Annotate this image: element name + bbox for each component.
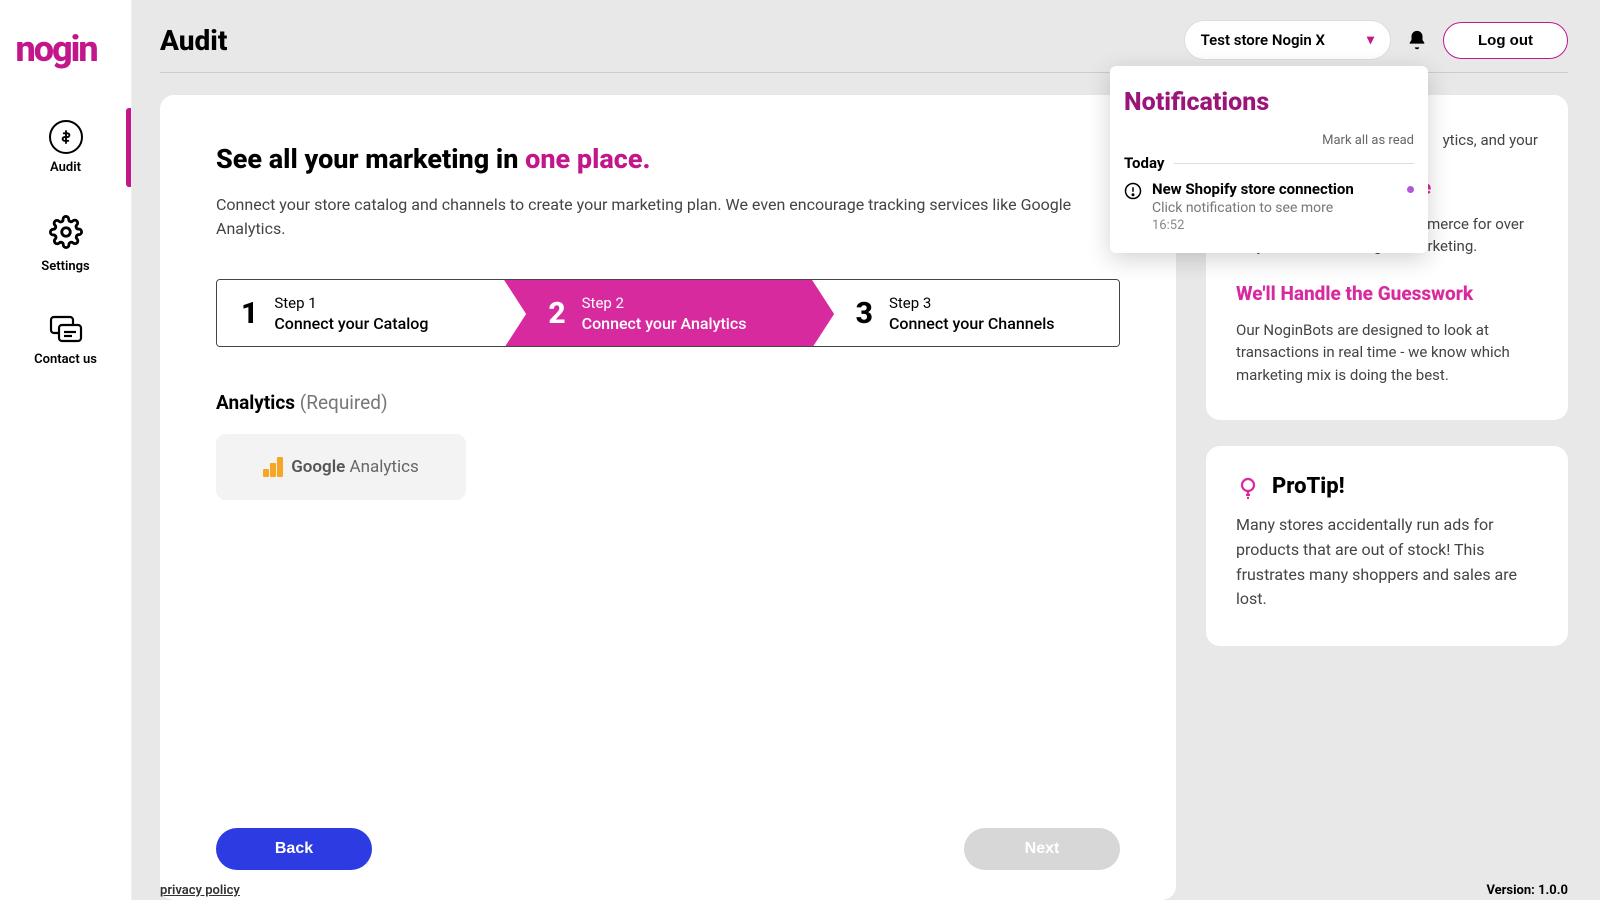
info-section-guesswork: We'll Handle the Guesswork Our NoginBots… — [1236, 282, 1538, 387]
notif-item-sub: Click notification to see more — [1152, 200, 1414, 216]
page-title: Audit — [160, 24, 227, 57]
step-3[interactable]: 3 Step 3 Connect your Channels — [812, 280, 1119, 346]
store-selector-label: Test store Nogin X — [1201, 31, 1325, 49]
lightbulb-icon — [1236, 475, 1260, 499]
protip-card: ProTip! Many stores accidentally run ads… — [1206, 446, 1568, 646]
footer: privacy policy Version: 1.0.0 — [132, 877, 1600, 900]
divider — [1174, 163, 1414, 164]
sidebar-item-label: Audit — [50, 160, 81, 175]
chat-icon — [48, 314, 84, 346]
sidebar-item-label: Settings — [41, 259, 89, 274]
sidebar-item-contact[interactable]: Contact us — [0, 294, 131, 387]
unread-dot-icon — [1407, 186, 1414, 193]
wizard-heading: See all your marketing in one place. — [216, 143, 1120, 175]
mark-all-read-button[interactable]: Mark all as read — [1124, 133, 1414, 148]
notif-item-title: New Shopify store connection — [1152, 180, 1354, 198]
back-button[interactable]: Back — [216, 828, 372, 870]
section-label: Analytics (Required) — [216, 391, 1120, 414]
version-label: Version: 1.0.0 — [1486, 883, 1568, 898]
alert-icon — [1124, 182, 1142, 200]
integration-label: Google Analytics — [291, 457, 419, 477]
protip-title: ProTip! — [1272, 474, 1345, 499]
chevron-down-icon: ▾ — [1367, 32, 1374, 48]
notifications-button[interactable] — [1405, 28, 1429, 52]
dollar-icon — [49, 120, 83, 154]
notification-item[interactable]: New Shopify store connection Click notif… — [1124, 180, 1414, 233]
next-button[interactable]: Next — [964, 828, 1120, 870]
notifications-panel: Notifications Mark all as read Today New… — [1110, 66, 1428, 253]
protip-body: Many stores accidentally run ads for pro… — [1236, 513, 1538, 612]
notif-day-label: Today — [1124, 154, 1164, 172]
sidebar-item-label: Contact us — [34, 352, 97, 367]
google-analytics-card[interactable]: Google Analytics — [216, 434, 466, 500]
gear-icon — [49, 215, 83, 253]
sidebar: nogin Audit Settings Contact us — [0, 0, 132, 900]
bell-icon — [1406, 29, 1428, 51]
google-analytics-icon — [263, 457, 283, 477]
header: Audit Test store Nogin X ▾ Log out — [132, 0, 1600, 72]
sidebar-item-audit[interactable]: Audit — [0, 100, 131, 195]
sidebar-item-settings[interactable]: Settings — [0, 195, 131, 294]
wizard-actions: Back Next — [216, 788, 1120, 870]
notif-item-time: 16:52 — [1152, 218, 1414, 233]
privacy-link[interactable]: privacy policy — [160, 883, 240, 898]
store-selector[interactable]: Test store Nogin X ▾ — [1184, 20, 1391, 60]
logo: nogin — [16, 28, 116, 70]
notifications-title: Notifications — [1124, 88, 1414, 117]
wizard-card: See all your marketing in one place. Con… — [160, 95, 1176, 900]
wizard-subtitle: Connect your store catalog and channels … — [216, 193, 1076, 241]
logout-button[interactable]: Log out — [1443, 22, 1568, 59]
step-2[interactable]: 2 Step 2 Connect your Analytics — [504, 280, 811, 346]
stepper: 1 Step 1 Connect your Catalog 2 Step 2 C… — [216, 279, 1120, 347]
step-1[interactable]: 1 Step 1 Connect your Catalog — [217, 280, 504, 346]
nav-list: Audit Settings Contact us — [0, 100, 131, 387]
